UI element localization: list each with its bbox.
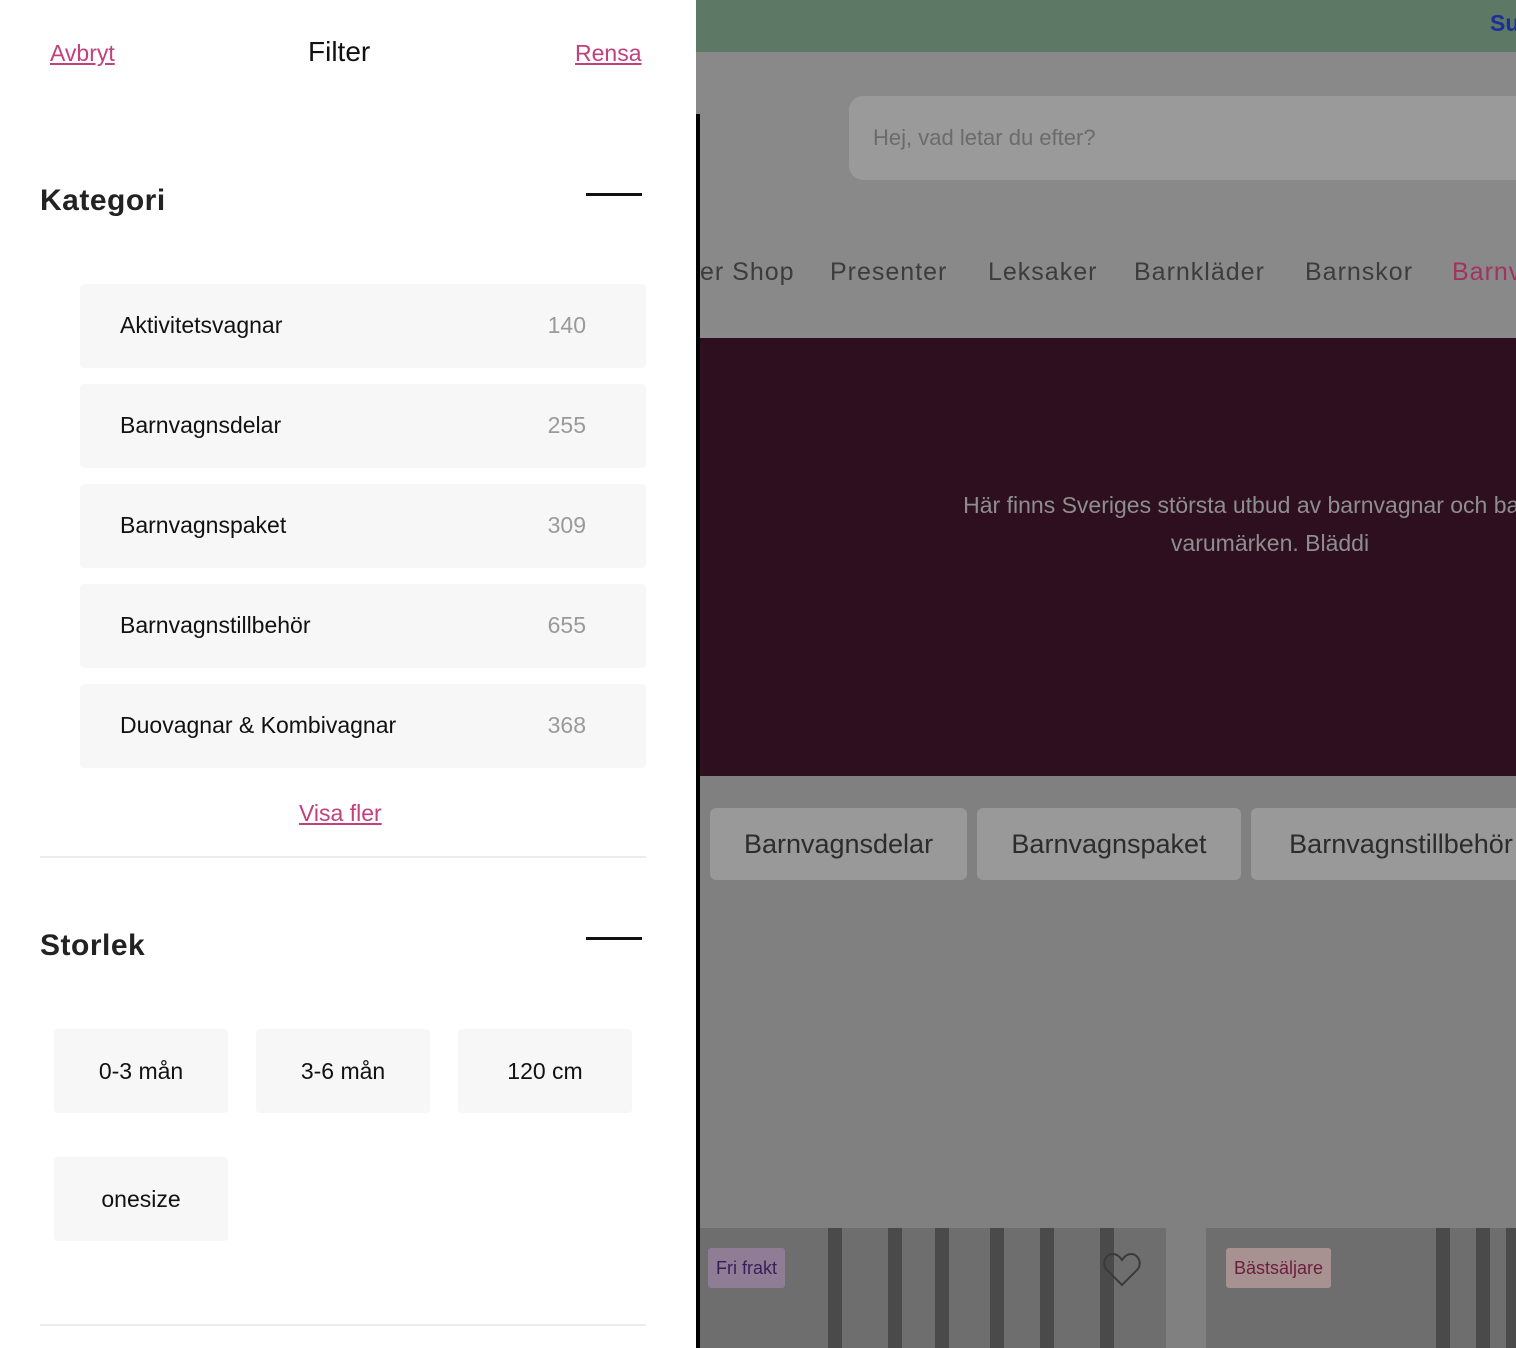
heart-icon[interactable] — [1102, 1252, 1142, 1288]
category-count: 368 — [547, 712, 586, 738]
nav-item-shop[interactable]: er Shop — [700, 258, 795, 287]
cancel-button[interactable]: Avbryt — [50, 40, 115, 67]
badge-free-shipping: Fri frakt — [708, 1248, 785, 1288]
category-label: Barnvagnstillbehör — [120, 612, 311, 638]
category-label: Aktivitetsvagnar — [120, 312, 283, 338]
category-item[interactable]: Duovagnar & Kombivagnar 368 — [80, 684, 646, 768]
filter-header: Avbryt Filter Rensa — [0, 0, 696, 110]
category-item[interactable]: Barnvagnspaket 309 — [80, 484, 646, 568]
size-option[interactable]: 120 cm — [458, 1029, 632, 1113]
size-section-title[interactable]: Storlek — [40, 929, 145, 963]
size-option[interactable]: 3-6 mån — [256, 1029, 430, 1113]
panel-edge — [696, 114, 700, 1348]
product-card[interactable]: Bästsäljare — [1206, 1228, 1516, 1348]
category-label: Barnvagnspaket — [120, 512, 287, 538]
category-count: 309 — [547, 512, 586, 538]
nav-item-presenter[interactable]: Presenter — [830, 258, 947, 287]
search-placeholder: Hej, vad letar du efter? — [873, 125, 1096, 150]
nav-item-leksaker[interactable]: Leksaker — [988, 258, 1097, 287]
section-divider — [40, 856, 646, 858]
category-count: 655 — [547, 612, 586, 638]
product-card[interactable]: Fri frakt — [700, 1228, 1166, 1348]
panel-title: Filter — [308, 36, 371, 67]
category-item[interactable]: Aktivitetsvagnar 140 — [80, 284, 646, 368]
topbar-link[interactable]: Su — [1490, 10, 1516, 37]
hero-line-2: varumärken. Bläddi — [1170, 530, 1370, 556]
collapse-category-icon[interactable] — [586, 193, 642, 196]
category-label: Duovagnar & Kombivagnar — [120, 712, 397, 738]
chip-barnvagnstillbehor[interactable]: Barnvagnstillbehör — [1251, 808, 1516, 880]
hero-description: Här finns Sveriges största utbud av barn… — [820, 486, 1516, 562]
size-option[interactable]: 0-3 mån — [54, 1029, 228, 1113]
category-label: Barnvagnsdelar — [120, 412, 282, 438]
badge-bestseller: Bästsäljare — [1226, 1248, 1332, 1288]
section-divider — [40, 1324, 646, 1326]
category-count: 140 — [547, 312, 586, 338]
category-item[interactable]: Barnvagnsdelar 255 — [80, 384, 646, 468]
category-count: 255 — [547, 412, 586, 438]
nav-item-barnvagnar[interactable]: Barnv — [1452, 258, 1516, 287]
search-input[interactable]: Hej, vad letar du efter? — [849, 96, 1516, 180]
size-option[interactable]: onesize — [54, 1157, 228, 1241]
clear-button[interactable]: Rensa — [575, 40, 641, 67]
category-item[interactable]: Barnvagnstillbehör 655 — [80, 584, 646, 668]
filter-panel: Avbryt Filter Rensa Kategori Aktivitetsv… — [0, 0, 696, 1348]
chip-barnvagnsdelar[interactable]: Barnvagnsdelar — [710, 808, 967, 880]
chip-barnvagnspaket[interactable]: Barnvagnspaket — [977, 808, 1241, 880]
collapse-size-icon[interactable] — [586, 937, 642, 940]
hero-line-1: Här finns Sveriges största utbud av barn… — [963, 492, 1516, 518]
show-more-link[interactable]: Visa fler — [299, 800, 382, 827]
category-chips: Barnvagnsdelar Barnvagnspaket Barnvagnst… — [700, 808, 1516, 880]
main-navigation: er Shop Presenter Leksaker Barnkläder Ba… — [700, 258, 1516, 294]
nav-item-barnklader[interactable]: Barnkläder — [1134, 258, 1265, 287]
nav-item-barnskor[interactable]: Barnskor — [1305, 258, 1413, 287]
category-section-title[interactable]: Kategori — [40, 184, 166, 218]
